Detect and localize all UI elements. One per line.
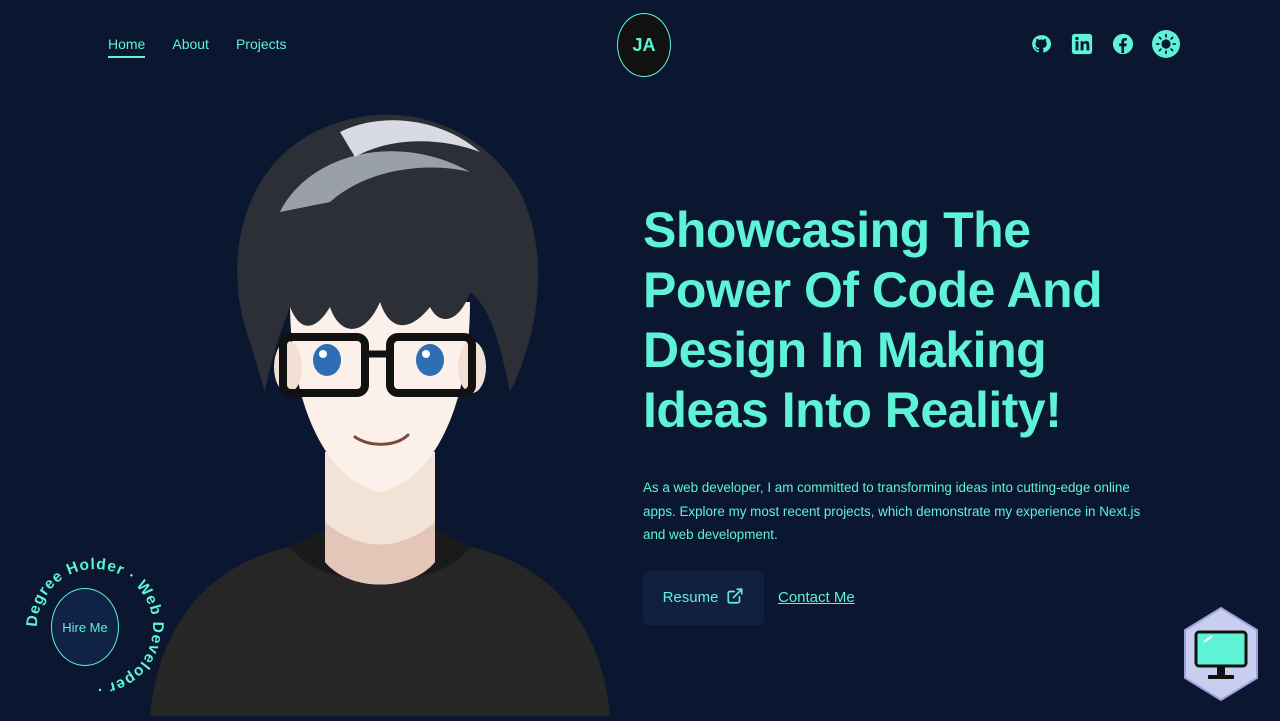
desktop-widget-button[interactable]	[1182, 606, 1260, 702]
nav-link-home[interactable]: Home	[108, 36, 146, 58]
theme-toggle-icon[interactable]	[1152, 30, 1180, 58]
resume-button-label: Resume	[662, 589, 719, 606]
github-icon[interactable]	[1029, 32, 1053, 56]
hero-section: Showcasing The Power Of Code And Design …	[643, 200, 1183, 625]
resume-button[interactable]: Resume	[643, 570, 764, 625]
hire-me-button[interactable]: Hire Me	[51, 588, 119, 666]
top-navbar: Home About Projects JA	[0, 0, 1280, 90]
hire-me-badge: Degree Holder · Web Developer · Hire Me	[22, 554, 168, 700]
profile-illustration	[140, 92, 620, 716]
nav-link-about[interactable]: About	[172, 36, 209, 58]
external-link-icon	[726, 587, 744, 609]
facebook-icon[interactable]	[1111, 32, 1135, 56]
logo[interactable]: JA	[617, 13, 671, 77]
hero-description: As a web developer, I am committed to tr…	[643, 480, 1141, 542]
contact-me-link[interactable]: Contact Me	[778, 589, 855, 606]
nav-links: Home About Projects	[108, 36, 287, 58]
nav-link-projects[interactable]: Projects	[236, 36, 287, 58]
hero-title: Showcasing The Power Of Code And Design …	[643, 202, 1103, 438]
hero-actions: Resume Contact Me	[643, 570, 1183, 625]
social-links	[1029, 30, 1180, 58]
linkedin-icon[interactable]	[1070, 32, 1094, 56]
